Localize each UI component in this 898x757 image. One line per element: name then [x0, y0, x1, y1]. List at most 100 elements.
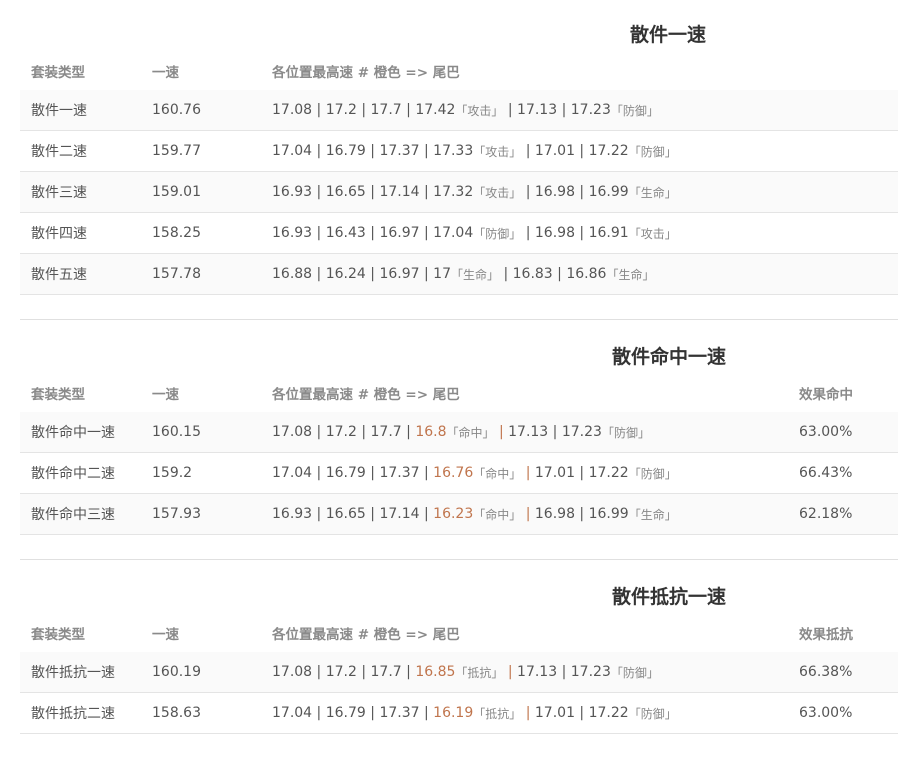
position-separator: | — [557, 102, 571, 118]
set-type-cell: 散件命中一速 — [31, 425, 115, 441]
set-type-cell: 散件命中三速 — [31, 507, 115, 523]
position-speed-value: 17.01 — [534, 143, 575, 159]
position-separator: | — [419, 506, 434, 522]
position-speed-value: 16.98 — [534, 184, 575, 200]
position-speed-value: 17.7 — [370, 664, 402, 680]
header-positions: 各位置最高速 # 橙色 => 尾巴 — [272, 65, 460, 81]
table-row: 散件抵抗二速 158.63 17.04 | 16.79 | 17.37 | 16.1… — [20, 693, 898, 734]
header-set-type: 套装类型 — [31, 627, 85, 643]
position-speed-value: 16.99 — [588, 184, 629, 200]
set-type-cell: 散件一速 — [31, 103, 87, 119]
position-separator: | — [574, 506, 589, 522]
speed-cell: 158.25 — [152, 225, 201, 241]
position-separator: | — [521, 465, 535, 481]
speed-cell: 157.93 — [152, 506, 201, 522]
position-separator: | — [419, 465, 434, 481]
speed-cell: 158.63 — [152, 705, 201, 721]
header-positions: 各位置最高速 # 橙色 => 尾巴 — [272, 387, 460, 403]
position-speed-value: 16.79 — [325, 143, 366, 159]
position-speed-value: 17 — [433, 266, 451, 282]
table-header: 套装类型 一速 各位置最高速 # 橙色 => 尾巴 效果抵抗 — [20, 614, 898, 652]
position-speed-value: 17.04 — [433, 225, 474, 241]
position-speed-value: 16.65 — [325, 184, 366, 200]
position-speed-value: 17.37 — [379, 143, 420, 159]
position-stat-tag: 「生命」 — [628, 507, 677, 522]
position-speed-value: 17.01 — [534, 705, 575, 721]
position-speed-value: 16.99 — [588, 506, 629, 522]
position-speed-value: 17.33 — [433, 143, 474, 159]
position-stat-tag: 「攻击」 — [473, 144, 522, 159]
set-type-cell: 散件抵抗二速 — [31, 706, 115, 722]
position-separator: | — [401, 664, 416, 680]
position-separator: | — [499, 266, 513, 282]
position-stat-tag: 「防御」 — [628, 706, 677, 721]
position-separator: | — [521, 506, 535, 522]
positions-cell: 17.08 | 17.2 | 17.7 | 16.85 「抵抗」 | 17.13 … — [272, 652, 659, 692]
effect-value-cell: 66.38% — [799, 664, 853, 680]
position-separator: | — [494, 424, 509, 440]
position-stat-tag: 「生命」 — [606, 267, 655, 282]
position-speed-value: 16.97 — [379, 225, 420, 241]
position-separator: | — [365, 705, 380, 721]
position-separator: | — [312, 424, 326, 440]
position-separator: | — [365, 506, 380, 522]
position-separator: | — [365, 465, 380, 481]
table-row: 散件四速 158.25 16.93 | 16.43 | 16.97 | 17.04 「… — [20, 213, 898, 254]
position-separator: | — [312, 184, 326, 200]
position-stat-tag: 「命中」 — [473, 507, 522, 522]
position-speed-value: 16.91 — [588, 225, 629, 241]
set-type-cell: 散件四速 — [31, 226, 87, 242]
position-speed-value: 17.13 — [517, 664, 558, 680]
header-set-type: 套装类型 — [31, 65, 85, 81]
positions-cell: 16.88 | 16.24 | 16.97 | 17 「生命」 | 16.83 |… — [272, 254, 654, 294]
position-speed-value: 17.2 — [325, 102, 357, 118]
speed-cell: 160.15 — [152, 424, 201, 440]
position-stat-tag: 「防御」 — [610, 103, 659, 118]
position-stat-tag: 「命中」 — [473, 466, 522, 481]
position-speed-value: 17.22 — [588, 465, 629, 481]
table-row: 散件三速 159.01 16.93 | 16.65 | 17.14 | 17.32 「… — [20, 172, 898, 213]
position-speed-value: 16.85 — [415, 664, 456, 680]
set-type-cell: 散件三速 — [31, 185, 87, 201]
position-separator: | — [503, 664, 518, 680]
speed-cell: 160.76 — [152, 102, 201, 118]
position-separator: | — [365, 184, 380, 200]
position-speed-value: 17.32 — [433, 184, 474, 200]
position-speed-value: 17.7 — [370, 102, 402, 118]
position-stat-tag: 「攻击」 — [628, 226, 677, 241]
positions-cell: 17.08 | 17.2 | 17.7 | 17.42 「攻击」 | 17.13 … — [272, 90, 659, 130]
position-speed-value: 16.79 — [325, 465, 366, 481]
position-speed-value: 17.04 — [272, 705, 313, 721]
position-speed-value: 17.42 — [415, 102, 456, 118]
header-effect: 效果抵抗 — [799, 627, 853, 643]
header-effect: 效果命中 — [799, 387, 853, 403]
positions-cell: 16.93 | 16.65 | 17.14 | 17.32 「攻击」 | 16.9… — [272, 172, 677, 212]
speed-cell: 157.78 — [152, 266, 201, 282]
position-speed-value: 16.86 — [566, 266, 607, 282]
position-separator: | — [419, 184, 434, 200]
speed-section: 散件抵抗一速 套装类型 一速 各位置最高速 # 橙色 => 尾巴 效果抵抗 散件抵抗一速 1… — [20, 580, 898, 734]
positions-cell: 17.08 | 17.2 | 17.7 | 16.8 「命中」 | 17.13 |… — [272, 412, 650, 452]
position-separator: | — [521, 143, 535, 159]
position-separator: | — [312, 225, 326, 241]
set-type-cell: 散件五速 — [31, 267, 87, 283]
table-header: 套装类型 一速 各位置最高速 # 橙色 => 尾巴 效果命中 — [20, 374, 898, 412]
table-row: 散件抵抗一速 160.19 17.08 | 17.2 | 17.7 | 16.85 「… — [20, 652, 898, 693]
set-type-cell: 散件二速 — [31, 144, 87, 160]
position-speed-value: 16.98 — [534, 506, 575, 522]
position-separator: | — [312, 465, 326, 481]
positions-cell: 17.04 | 16.79 | 17.37 | 16.19 「抵抗」 | 17.0… — [272, 693, 677, 733]
position-speed-value: 16.23 — [433, 506, 474, 522]
position-speed-value: 17.13 — [508, 424, 549, 440]
position-speed-value: 17.22 — [588, 143, 629, 159]
set-type-cell: 散件命中二速 — [31, 466, 115, 482]
position-stat-tag: 「抵抗」 — [473, 706, 522, 721]
position-separator: | — [419, 143, 434, 159]
position-speed-value: 16.8 — [415, 424, 447, 440]
position-speed-value: 17.01 — [534, 465, 575, 481]
table-row: 散件命中二速 159.2 17.04 | 16.79 | 17.37 | 16.76… — [20, 453, 898, 494]
position-separator: | — [503, 102, 518, 118]
header-set-type: 套装类型 — [31, 387, 85, 403]
position-separator: | — [574, 705, 589, 721]
position-separator: | — [419, 225, 434, 241]
